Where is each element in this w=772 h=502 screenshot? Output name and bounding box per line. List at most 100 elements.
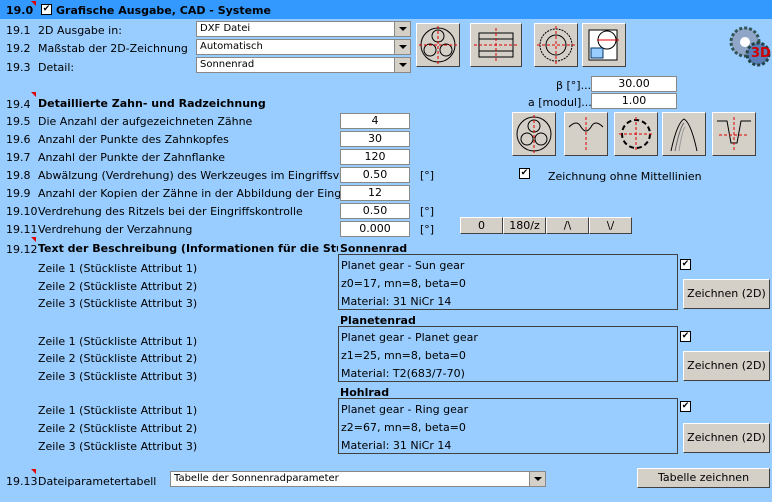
gear-section-icon [474,28,518,62]
row-number: 19.9 [6,187,31,200]
header-title: Grafische Ausgabe, CAD - Systeme [56,4,271,17]
row-number: 19.7 [6,151,31,164]
tip-points-label: Anzahl der Punkte des Zahnkopfes [38,133,229,146]
chevron-down-icon[interactable] [529,472,545,486]
header-checkbox[interactable]: ✔ [41,4,52,15]
row-number: 19.3 [6,61,31,74]
header-number: 19.0 [6,4,34,17]
ring-checkbox[interactable]: ✔ [680,401,691,412]
attr-label: Zeile 3 (Stückliste Attribut 3) [38,440,198,453]
gear-outline-button[interactable] [614,112,658,156]
meshing-icon [670,118,698,152]
tool-rolling-input[interactable]: 0.50 [340,167,410,183]
description-line[interactable]: Material: 31 NiCr 14 [341,439,451,452]
flank-points-input[interactable]: 120 [340,149,410,165]
file-table-label: Dateiparametertabell [38,475,157,488]
planet-description-box[interactable]: Planet gear - Planet gear z1=25, mn=8, b… [338,326,678,382]
beta-input[interactable]: 30.00 [591,76,677,92]
teeth-count-label: Die Anzahl der aufgezeichneten Zähne [38,115,253,128]
attr-label: Zeile 2 (Stückliste Attribut 2) [38,280,198,293]
comment-marker [31,237,36,242]
comment-marker [31,1,36,6]
description-line[interactable]: Planet gear - Ring gear [341,403,468,416]
tooth-profile-icon [568,117,604,151]
rotation-180-button[interactable]: 180/z [503,217,546,234]
no-centerlines-label: Zeichnung ohne Mittellinien [548,170,702,183]
planet-checkbox[interactable]: ✔ [680,331,691,342]
draw-sun-button[interactable]: Zeichnen (2D) [683,279,770,309]
sun-description-box[interactable]: Planet gear - Sun gear z0=17, mn=8, beta… [338,254,678,310]
comment-marker [31,92,36,97]
file-table-select[interactable]: Tabelle der Sonnenradparameter [170,471,546,487]
description-line[interactable]: z0=17, mn=8, beta=0 [341,277,466,290]
copies-input[interactable]: 12 [340,185,410,201]
chevron-down-icon[interactable] [394,58,410,72]
gear-front-view-button[interactable] [534,23,578,67]
description-line[interactable]: Material: T2(683/7-70) [341,367,465,380]
row-number: 19.4 [6,98,31,111]
rack-tool-button[interactable] [712,112,756,156]
scale-label: Maßstab der 2D-Zeichnung [38,42,188,55]
draw-ring-button[interactable]: Zeichnen (2D) [683,423,770,453]
attr-label: Zeile 1 (Stückliste Attribut 1) [38,404,198,417]
description-section-title: Text der Beschreibung (Informationen für… [38,242,338,255]
attr-label: Zeile 2 (Stückliste Attribut 2) [38,422,198,435]
copies-label: Anzahl der Kopien der Zähne in der Abbil… [38,187,387,200]
description-line[interactable]: Material: 31 NiCr 14 [341,295,451,308]
tooth-set-button[interactable] [512,112,556,156]
unit-label: [°] [420,169,435,182]
rack-tool-icon [717,117,751,151]
output-format-select[interactable]: DXF Datei [196,21,411,37]
tool-rolling-label: Abwälzung (Verdrehung) des Werkzeuges im… [38,169,372,182]
3d-gear-icon [729,26,771,67]
toothing-rotation-input[interactable]: 0.000 [340,221,410,237]
no-centerlines-checkbox[interactable]: ✔ [519,168,530,179]
meshing-button[interactable] [662,112,706,156]
detail-section-title: Detaillierte Zahn- und Radzeichnung [38,97,266,110]
attr-label: Zeile 2 (Stückliste Attribut 2) [38,352,198,365]
draw-planet-button[interactable]: Zeichnen (2D) [683,351,770,381]
row-number: 19.6 [6,133,31,146]
row-number: 19.10 [6,205,38,218]
description-line[interactable]: Planet gear - Sun gear [341,259,464,272]
gear-side-view-button[interactable] [470,23,522,67]
chevron-down-icon[interactable] [394,22,410,36]
draw-table-button[interactable]: Tabelle zeichnen [637,468,770,488]
tooth-profile-button[interactable] [564,112,608,156]
gear-front-icon [537,26,575,64]
detail-label: Detail: [38,61,75,74]
a-label: a [modul]... [528,96,592,109]
output-format-label: 2D Ausgabe in: [38,24,122,37]
a-input[interactable]: 1.00 [591,93,677,109]
row-number: 19.5 [6,115,31,128]
attr-label: Zeile 3 (Stückliste Attribut 3) [38,370,198,383]
tip-points-input[interactable]: 30 [340,131,410,147]
scale-select[interactable]: Automatisch [196,39,411,55]
row-number: 19.2 [6,42,31,55]
flank-points-label: Anzahl der Punkte der Zahnflanke [38,151,226,164]
gear-outline-icon [619,117,653,151]
ring-description-box[interactable]: Planet gear - Ring gear z2=67, mn=8, bet… [338,398,678,454]
gear-set-view-button[interactable] [416,23,460,67]
description-line[interactable]: Planet gear - Planet gear [341,331,478,344]
unit-label: [°] [420,205,435,218]
teeth-count-input[interactable]: 4 [340,113,410,129]
row-number: 19.11 [6,223,38,236]
gear-set-icon [516,115,552,153]
3d-view-button[interactable]: 3D [725,22,771,68]
rotation-down-button[interactable]: \/ [589,217,632,234]
sun-checkbox[interactable]: ✔ [680,259,691,270]
attr-label: Zeile 1 (Stückliste Attribut 1) [38,262,198,275]
description-line[interactable]: z2=67, mn=8, beta=0 [341,421,466,434]
gear-set-icon [419,26,457,64]
gear-drawing-button[interactable] [582,23,626,67]
rotation-0-button[interactable]: 0 [460,217,503,234]
unit-label: [°] [420,223,435,236]
rotation-up-button[interactable]: /\ [546,217,589,234]
pinion-rotation-label: Verdrehung des Ritzels bei der Eingriffs… [38,205,303,218]
pinion-rotation-input[interactable]: 0.50 [340,203,410,219]
detail-select[interactable]: Sonnenrad [196,57,411,73]
row-number: 19.12 [6,243,38,256]
chevron-down-icon[interactable] [394,40,410,54]
description-line[interactable]: z1=25, mn=8, beta=0 [341,349,466,362]
